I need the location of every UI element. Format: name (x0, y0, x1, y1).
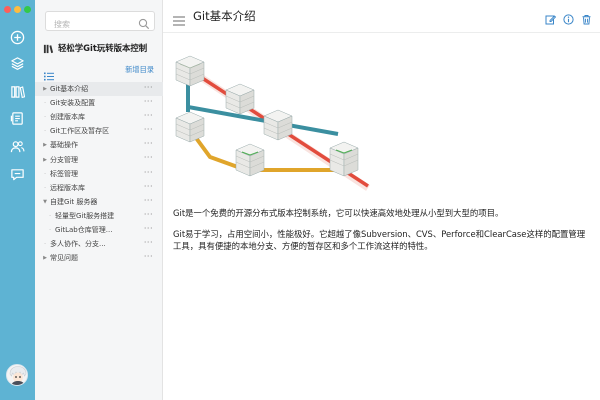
toc-item[interactable]: · 创建版本库 ··· (35, 110, 163, 124)
toc-item[interactable]: · 远程版本库 ··· (35, 181, 163, 195)
toc-item[interactable]: ▶ Git基本介绍 ··· (35, 82, 163, 97)
add-toc-button[interactable]: 新增目录 (125, 65, 154, 75)
more-options-icon[interactable]: ··· (144, 251, 153, 262)
toc-item-label: GitLab仓库管理... (55, 225, 113, 234)
more-options-icon[interactable]: ··· (144, 152, 153, 163)
layers-icon[interactable] (9, 55, 26, 72)
chevron-right-icon[interactable]: ▶ (42, 255, 48, 261)
books-icon[interactable] (9, 83, 26, 100)
toc-item[interactable]: · 轻量型Git服务搭建 ··· (35, 209, 163, 223)
server-stack-6 (329, 141, 359, 177)
menu-icon[interactable] (173, 11, 185, 26)
more-options-icon[interactable]: ··· (144, 181, 153, 192)
toc-item[interactable]: · Git安装及配置 ··· (35, 96, 163, 110)
minimize-window-button[interactable] (14, 6, 21, 13)
toc-item-label: Git安装及配置 (50, 99, 96, 108)
toc-item-label: 轻量型Git服务搭建 (55, 211, 115, 220)
close-window-button[interactable] (4, 6, 11, 13)
more-options-icon[interactable]: ··· (144, 223, 153, 234)
chevron-right-icon[interactable]: ▶ (42, 86, 48, 92)
book-title: 轻松学Git玩转版本控制 (43, 42, 147, 54)
toc-item-label: 远程版本库 (50, 183, 85, 192)
toc-item-label: 创建版本库 (50, 113, 85, 122)
toc-item[interactable]: · GitLab仓库管理... ··· (35, 223, 163, 237)
plus-circle-icon[interactable] (9, 29, 26, 46)
users-icon[interactable] (9, 138, 26, 155)
bullet-icon: · (44, 100, 46, 107)
more-options-icon[interactable]: ··· (144, 237, 153, 248)
chevron-down-icon[interactable]: ▼ (42, 199, 48, 205)
more-options-icon[interactable]: ··· (144, 209, 153, 220)
bullet-icon: · (44, 114, 46, 121)
server-stack-1 (175, 55, 205, 87)
more-options-icon[interactable]: ··· (144, 195, 153, 206)
avatar[interactable] (6, 364, 28, 386)
toc-item-label: 多人协作、分支... (50, 240, 106, 249)
doc-topbar: Git基本介绍 (163, 0, 600, 33)
git-workflow-illustration (175, 55, 370, 191)
toc-item-label: Git工作区及暂存区 (50, 127, 110, 136)
server-stack-5 (235, 143, 265, 177)
toc-item-label: 分支管理 (50, 155, 78, 164)
more-options-icon[interactable]: ··· (144, 167, 153, 178)
toc-item[interactable]: · 多人协作、分支... ··· (35, 237, 163, 251)
toc-item[interactable]: ▶ 分支管理 ··· (35, 152, 163, 166)
page-title: Git基本介绍 (193, 9, 256, 23)
books-icon (43, 44, 54, 53)
search-box (45, 11, 155, 34)
intro-paragraph: Git是一个免费的开源分布式版本控制系统，它可以快速高效地处理从小型到大型的项目… (173, 208, 504, 218)
bullet-icon: · (44, 241, 46, 248)
server-stack-3 (175, 111, 205, 143)
document-icon[interactable] (9, 110, 26, 127)
zoom-window-button[interactable] (24, 6, 31, 13)
features-paragraph: Git易于学习，占用空间小，性能极好。它超越了像Subversion、CVS、P… (173, 229, 586, 251)
toc-item[interactable]: ▶ 常见问题 ··· (35, 251, 163, 265)
search-icon[interactable] (138, 15, 150, 30)
icon-rail (0, 0, 35, 400)
toc-item[interactable]: · Git工作区及暂存区 ··· (35, 124, 163, 138)
toc-item-label: 基础操作 (50, 141, 78, 150)
bullet-icon: · (49, 226, 51, 233)
toc-item-label: 自建Git 服务器 (50, 197, 98, 206)
list-icon[interactable] (44, 66, 54, 81)
bullet-icon: · (49, 212, 51, 219)
toc-list: ▶ Git基本介绍 ··· · Git安装及配置 ··· · 创建版本库 ··· · Git工作区及… (35, 82, 163, 265)
more-options-icon[interactable]: ··· (144, 138, 153, 149)
bullet-icon: · (44, 170, 46, 177)
chat-icon[interactable] (9, 166, 26, 183)
book-sidebar: 轻松学Git玩转版本控制 新增目录 ▶Git基本介绍····Git安装及配置··… (35, 0, 163, 400)
info-icon[interactable] (563, 10, 574, 25)
search-input[interactable] (46, 15, 134, 34)
bullet-icon: · (44, 184, 46, 191)
more-options-icon[interactable]: ··· (144, 124, 153, 135)
bullet-icon: · (44, 128, 46, 135)
trash-icon[interactable] (581, 10, 592, 25)
window-controls (4, 6, 31, 13)
more-options-icon[interactable]: ··· (144, 82, 153, 93)
toc-item[interactable]: ▼ 自建Git 服务器 ··· (35, 195, 163, 209)
server-stack-2 (225, 83, 255, 115)
edit-icon[interactable] (545, 10, 557, 25)
server-stack-4 (263, 109, 293, 141)
toc-item[interactable]: · 标签管理 ··· (35, 167, 163, 181)
toc-item[interactable]: ▶ 基础操作 ··· (35, 138, 163, 152)
more-options-icon[interactable]: ··· (144, 96, 153, 107)
book-title-text: 轻松学Git玩转版本控制 (58, 43, 148, 53)
doc-actions (545, 10, 592, 25)
chevron-right-icon[interactable]: ▶ (42, 142, 48, 148)
chevron-right-icon[interactable]: ▶ (42, 157, 48, 163)
toc-item-label: 常见问题 (50, 254, 78, 263)
toc-item-label: Git基本介绍 (50, 85, 89, 94)
toc-item-label: 标签管理 (50, 169, 78, 178)
more-options-icon[interactable]: ··· (144, 110, 153, 121)
